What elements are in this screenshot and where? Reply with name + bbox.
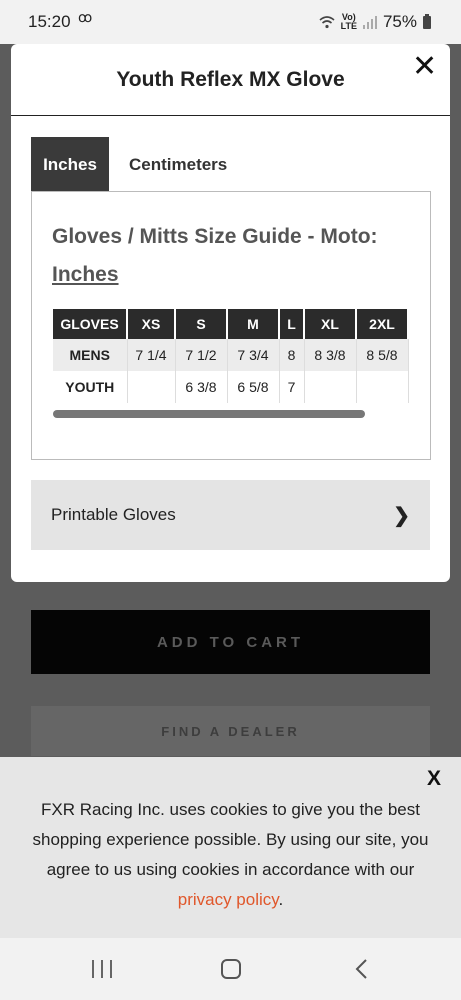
table-cell: 7 (279, 371, 305, 403)
printable-gloves-button[interactable]: Printable Gloves ❯ (31, 480, 430, 550)
table-cell: 8 5/8 (356, 339, 409, 371)
voicemail-icon: ꝏ (78, 9, 92, 25)
table-cell: 6 5/8 (227, 371, 280, 403)
table-cell: MENS (53, 339, 128, 371)
table-header: XS (127, 309, 176, 339)
table-header-row: GLOVES XS S M L XL 2XL (53, 309, 409, 339)
table-header: M (227, 309, 280, 339)
battery-percent: 75% (382, 12, 417, 31)
cookie-text: FXR Racing Inc. uses cookies to give you… (32, 800, 429, 879)
add-to-cart-button[interactable]: ADD TO CART (31, 610, 430, 674)
back-icon[interactable] (354, 958, 368, 980)
system-nav-bar (0, 938, 461, 1000)
privacy-policy-link[interactable]: privacy policy (178, 890, 279, 909)
size-guide-panel: Gloves / Mitts Size Guide - Moto: Inches… (31, 191, 431, 460)
printable-gloves-label: Printable Gloves (51, 505, 176, 524)
cookie-text-end: . (278, 890, 284, 909)
table-cell: 8 (279, 339, 305, 371)
guide-title-text: Gloves / Mitts Size Guide - Moto: (52, 225, 378, 248)
wifi-icon (319, 15, 335, 28)
table-header: 2XL (356, 309, 409, 339)
table-cell: 6 3/8 (175, 371, 228, 403)
table-row: YOUTH 6 3/8 6 5/8 7 (53, 371, 409, 403)
status-bar: 15:20 ꝏ Vo) LTE 75% (0, 0, 461, 44)
table-header: GLOVES (53, 309, 128, 339)
table-header: L (279, 309, 305, 339)
table-cell (356, 371, 409, 403)
table-cell: 7 1/2 (175, 339, 228, 371)
tab-centimeters[interactable]: Centimeters (109, 137, 240, 192)
table-cell: 7 1/4 (127, 339, 176, 371)
unit-tabs: Inches Centimeters (31, 137, 240, 192)
modal-header: Youth Reflex MX Glove ✕ (11, 44, 450, 116)
modal-title: Youth Reflex MX Glove (116, 68, 345, 91)
table-cell (304, 371, 357, 403)
table-row: MENS 7 1/4 7 1/2 7 3/4 8 8 3/8 8 5/8 (53, 339, 409, 371)
guide-title: Gloves / Mitts Size Guide - Moto: Inches (52, 218, 422, 294)
table-cell: YOUTH (53, 371, 128, 403)
table-header: XL (304, 309, 357, 339)
home-icon[interactable] (221, 959, 241, 979)
cookie-message: FXR Racing Inc. uses cookies to give you… (30, 795, 431, 915)
table-header: S (175, 309, 228, 339)
signal-icon (362, 15, 377, 29)
battery-icon (423, 13, 431, 29)
chevron-right-icon: ❯ (393, 504, 410, 527)
guide-unit: Inches (52, 263, 119, 286)
network-label: Vo) LTE (340, 12, 357, 31)
close-icon[interactable]: ✕ (412, 52, 437, 82)
table-scrollbar[interactable] (53, 410, 365, 418)
cookie-banner: X FXR Racing Inc. uses cookies to give y… (0, 757, 461, 938)
size-guide-modal: Youth Reflex MX Glove ✕ Inches Centimete… (11, 44, 450, 582)
table-cell: 8 3/8 (304, 339, 357, 371)
status-right: Vo) LTE 75% (319, 12, 431, 32)
recent-apps-icon[interactable] (92, 960, 112, 978)
size-table: GLOVES XS S M L XL 2XL MENS 7 1/4 7 1/2 (53, 309, 409, 403)
status-time: 15:20 (28, 12, 71, 31)
size-table-scroll[interactable]: GLOVES XS S M L XL 2XL MENS 7 1/4 7 1/2 (53, 309, 409, 403)
find-dealer-button[interactable]: FIND A DEALER (31, 706, 430, 756)
tab-inches[interactable]: Inches (31, 137, 109, 192)
cookie-close-button[interactable]: X (427, 767, 441, 791)
table-cell: 7 3/4 (227, 339, 280, 371)
table-cell (127, 371, 176, 403)
